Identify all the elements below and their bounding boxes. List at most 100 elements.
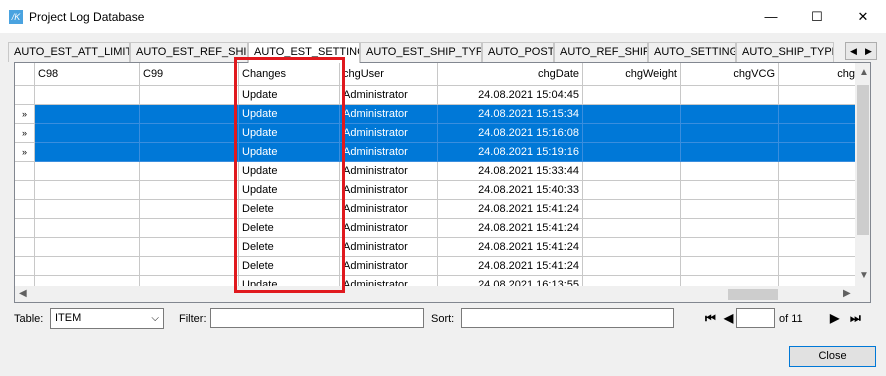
- tab-scroll-left-icon[interactable]: ◀: [846, 43, 861, 59]
- row-marker[interactable]: »: [15, 105, 35, 124]
- page-number-input[interactable]: [736, 308, 775, 328]
- cell-chgdate[interactable]: 24.08.2021 15:16:08: [438, 124, 583, 143]
- cell-chguser[interactable]: Administrator: [340, 219, 438, 238]
- cell-chg[interactable]: [779, 219, 859, 238]
- cell-c98[interactable]: [35, 86, 140, 105]
- cell-chgvcg[interactable]: [681, 105, 779, 124]
- tab-auto-setting[interactable]: AUTO_SETTING: [648, 42, 736, 62]
- cell-chgvcg[interactable]: [681, 162, 779, 181]
- tab-auto-post[interactable]: AUTO_POST: [482, 42, 554, 62]
- table-select[interactable]: ITEM ⌵: [50, 308, 164, 329]
- cell-chgvcg[interactable]: [681, 219, 779, 238]
- cell-chguser[interactable]: Administrator: [340, 257, 438, 276]
- scroll-up-icon[interactable]: ▲: [859, 67, 869, 78]
- cell-chgdate[interactable]: 24.08.2021 15:15:34: [438, 105, 583, 124]
- column-header-chg[interactable]: chg: [779, 63, 859, 86]
- vertical-scrollbar[interactable]: ▲ ▼: [855, 63, 870, 286]
- cell-chgweight[interactable]: [583, 143, 681, 162]
- cell-c98[interactable]: [35, 143, 140, 162]
- cell-chgdate[interactable]: 24.08.2021 15:19:16: [438, 143, 583, 162]
- cell-c99[interactable]: [140, 86, 239, 105]
- tab-auto-est-ref-ship[interactable]: AUTO_EST_REF_SHIP: [130, 42, 248, 62]
- filter-input[interactable]: [210, 308, 424, 328]
- cell-chg[interactable]: [779, 181, 859, 200]
- corner-header[interactable]: [15, 63, 35, 86]
- tab-auto-ref-ship[interactable]: AUTO_REF_SHIP: [554, 42, 648, 62]
- cell-chg[interactable]: [779, 238, 859, 257]
- cell-chguser[interactable]: Administrator: [340, 105, 438, 124]
- row-marker[interactable]: »: [15, 124, 35, 143]
- cell-c98[interactable]: [35, 181, 140, 200]
- cell-chgdate[interactable]: 24.08.2021 15:41:24: [438, 200, 583, 219]
- cell-c99[interactable]: [140, 181, 239, 200]
- cell-chgweight[interactable]: [583, 219, 681, 238]
- cell-chgweight[interactable]: [583, 257, 681, 276]
- cell-chgdate[interactable]: 24.08.2021 15:40:33: [438, 181, 583, 200]
- cell-c98[interactable]: [35, 105, 140, 124]
- cell-chg[interactable]: [779, 143, 859, 162]
- cell-c98[interactable]: [35, 200, 140, 219]
- next-page-icon[interactable]: ▶: [830, 311, 839, 325]
- cell-chgdate[interactable]: 24.08.2021 15:41:24: [438, 219, 583, 238]
- sort-input[interactable]: [461, 308, 674, 328]
- close-window-button[interactable]: ✕: [840, 0, 886, 33]
- cell-chgdate[interactable]: 24.08.2021 15:33:44: [438, 162, 583, 181]
- horizontal-scroll-thumb[interactable]: [728, 289, 778, 300]
- cell-chgvcg[interactable]: [681, 143, 779, 162]
- cell-c99[interactable]: [140, 238, 239, 257]
- cell-chg[interactable]: [779, 257, 859, 276]
- column-header-chgvcg[interactable]: chgVCG: [681, 63, 779, 86]
- cell-chguser[interactable]: Administrator: [340, 200, 438, 219]
- column-header-c98[interactable]: C98: [35, 63, 140, 86]
- cell-c98[interactable]: [35, 219, 140, 238]
- tab-auto-est-ship-type[interactable]: AUTO_EST_SHIP_TYPE: [360, 42, 482, 62]
- cell-c99[interactable]: [140, 162, 239, 181]
- cell-chg[interactable]: [779, 200, 859, 219]
- row-marker[interactable]: [15, 181, 35, 200]
- cell-c99[interactable]: [140, 219, 239, 238]
- scroll-left-icon[interactable]: ◀: [19, 288, 27, 299]
- tab-scroll-right-icon[interactable]: ▶: [861, 43, 876, 59]
- cell-chguser[interactable]: Administrator: [340, 143, 438, 162]
- row-marker[interactable]: [15, 219, 35, 238]
- column-header-chguser[interactable]: chgUser: [340, 63, 438, 86]
- cell-chgweight[interactable]: [583, 238, 681, 257]
- cell-chgweight[interactable]: [583, 86, 681, 105]
- previous-page-icon[interactable]: ◀: [724, 311, 733, 325]
- cell-chguser[interactable]: Administrator: [340, 162, 438, 181]
- row-marker[interactable]: [15, 162, 35, 181]
- cell-chg[interactable]: [779, 86, 859, 105]
- column-header-chgweight[interactable]: chgWeight: [583, 63, 681, 86]
- cell-c98[interactable]: [35, 238, 140, 257]
- cell-chgvcg[interactable]: [681, 86, 779, 105]
- cell-chgweight[interactable]: [583, 181, 681, 200]
- cell-chgdate[interactable]: 24.08.2021 15:04:45: [438, 86, 583, 105]
- cell-chgweight[interactable]: [583, 105, 681, 124]
- cell-chgvcg[interactable]: [681, 238, 779, 257]
- cell-chguser[interactable]: Administrator: [340, 86, 438, 105]
- cell-chgvcg[interactable]: [681, 200, 779, 219]
- cell-c99[interactable]: [140, 200, 239, 219]
- cell-chguser[interactable]: Administrator: [340, 238, 438, 257]
- column-header-c99[interactable]: C99: [140, 63, 239, 86]
- close-button[interactable]: Close: [789, 346, 876, 367]
- cell-c99[interactable]: [140, 257, 239, 276]
- cell-chg[interactable]: [779, 105, 859, 124]
- tab-auto-est-att-limit[interactable]: AUTO_EST_ATT_LIMIT: [8, 42, 130, 62]
- cell-chgdate[interactable]: 24.08.2021 15:41:24: [438, 238, 583, 257]
- cell-chgweight[interactable]: [583, 124, 681, 143]
- row-marker[interactable]: [15, 238, 35, 257]
- vertical-scroll-thumb[interactable]: [857, 85, 869, 235]
- cell-c99[interactable]: [140, 143, 239, 162]
- cell-chgvcg[interactable]: [681, 124, 779, 143]
- cell-chgdate[interactable]: 24.08.2021 15:41:24: [438, 257, 583, 276]
- column-header-chgdate[interactable]: chgDate: [438, 63, 583, 86]
- scroll-down-icon[interactable]: ▼: [859, 270, 869, 281]
- row-marker[interactable]: »: [15, 143, 35, 162]
- cell-chgvcg[interactable]: [681, 257, 779, 276]
- cell-chg[interactable]: [779, 124, 859, 143]
- cell-c98[interactable]: [35, 257, 140, 276]
- tab-auto-ship-type[interactable]: AUTO_SHIP_TYPE: [736, 42, 834, 62]
- cell-c98[interactable]: [35, 124, 140, 143]
- cell-c98[interactable]: [35, 162, 140, 181]
